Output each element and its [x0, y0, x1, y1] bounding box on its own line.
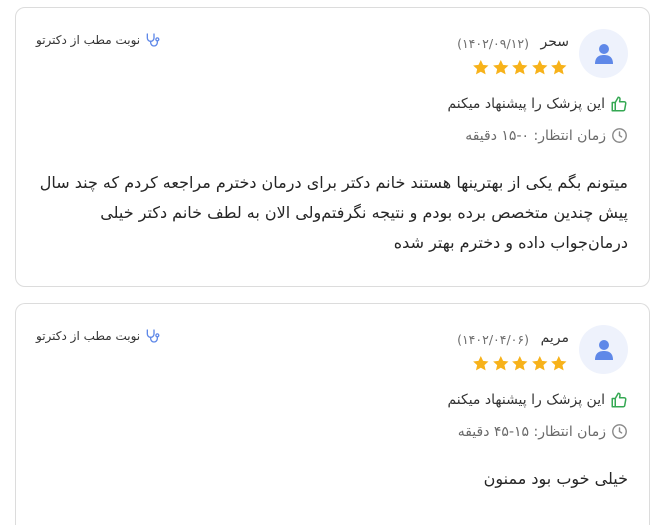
star-icon [551, 59, 567, 75]
star-icon [512, 355, 528, 371]
star-icon [473, 355, 489, 371]
user-avatar-icon [579, 325, 628, 374]
reviewer-name: مریم [540, 330, 569, 346]
rating-stars [471, 354, 569, 373]
clock-icon [612, 424, 627, 439]
review-card: سحر (۱۴۰۲/۰۹/۱۲) نوبت مطب از دکترتو این … [15, 7, 650, 287]
stethoscope-icon [146, 33, 160, 47]
star-icon [551, 355, 567, 371]
review-date: (۱۴۰۲/۰۴/۰۶) [457, 332, 529, 347]
recommendation-text: این پزشک را پیشنهاد میکنم [447, 96, 605, 112]
appointment-source-badge: نوبت مطب از دکترتو [36, 328, 160, 344]
review-text: میتونم بگم یکی از بهترینها هستند خانم دک… [39, 173, 628, 252]
clock-icon [612, 128, 627, 143]
wait-time-text: زمان انتظار: ۱۵-۴۵ دقیقه [457, 423, 606, 440]
star-icon [473, 59, 489, 75]
wait-time-line: زمان انتظار: ۱۵-۴۵ دقیقه [458, 423, 628, 440]
appointment-source-label: نوبت مطب از دکترتو [36, 33, 141, 47]
rating-stars [471, 58, 569, 77]
user-avatar-icon [579, 29, 628, 78]
recommendation-line: این پزشک را پیشنهاد میکنم [447, 391, 628, 409]
recommendation-text: این پزشک را پیشنهاد میکنم [447, 392, 605, 408]
reviewer-name: سحر [540, 34, 570, 50]
appointment-source-label: نوبت مطب از دکترتو [36, 329, 141, 343]
wait-time-line: زمان انتظار: ۰-۱۵ دقیقه [465, 127, 628, 144]
star-icon [531, 355, 548, 371]
star-icon [492, 355, 509, 371]
star-icon [531, 59, 548, 75]
recommendation-line: این پزشک را پیشنهاد میکنم [447, 95, 628, 113]
review-text: خیلی خوب بود ممنون [483, 469, 628, 488]
thumbs-up-icon [611, 392, 627, 408]
star-icon [512, 59, 528, 75]
stethoscope-icon [146, 329, 160, 343]
review-card: مریم (۱۴۰۲/۰۴/۰۶) نوبت مطب از دکترتو این… [15, 303, 650, 525]
wait-time-text: زمان انتظار: ۰-۱۵ دقیقه [465, 127, 606, 144]
appointment-source-badge: نوبت مطب از دکترتو [36, 32, 160, 48]
star-icon [492, 59, 509, 75]
review-date: (۱۴۰۲/۰۹/۱۲) [457, 36, 529, 51]
thumbs-up-icon [611, 96, 627, 112]
